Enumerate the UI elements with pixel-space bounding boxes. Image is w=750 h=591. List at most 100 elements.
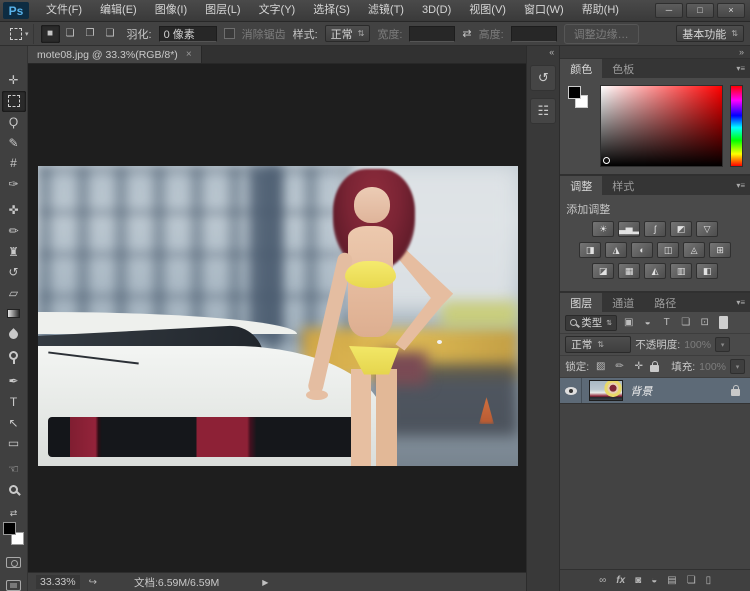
saturation-brightness-field[interactable]	[600, 85, 723, 167]
background-layer-row[interactable]: 背景	[560, 378, 750, 404]
menu-type[interactable]: 文字(Y)	[250, 0, 305, 21]
minimize-button[interactable]: ─	[655, 3, 683, 18]
lock-image-button[interactable]: ✏	[612, 361, 627, 372]
dodge-tool[interactable]	[2, 345, 26, 366]
hue-slider[interactable]	[730, 85, 743, 167]
subtract-from-selection-button[interactable]: ❐	[81, 25, 100, 43]
feather-input[interactable]	[159, 26, 217, 42]
filter-type-layers-button[interactable]: T	[659, 317, 674, 328]
black-white-button[interactable]: ◐	[631, 242, 653, 258]
levels-button[interactable]: ▃▅▂	[618, 221, 640, 237]
width-input[interactable]	[409, 26, 455, 42]
quick-mask-button[interactable]	[6, 557, 21, 568]
clone-stamp-tool[interactable]: ♜	[2, 241, 26, 262]
exposure-button[interactable]: ◩	[670, 221, 692, 237]
close-button[interactable]: ×	[717, 3, 745, 18]
layer-name[interactable]: 背景	[630, 383, 652, 399]
delete-layer-button[interactable]: ▯	[706, 575, 712, 586]
intersect-selection-button[interactable]: ❑	[101, 25, 120, 43]
opacity-dropdown-icon[interactable]: ▾	[715, 337, 730, 352]
menu-file[interactable]: 文件(F)	[37, 0, 91, 21]
menu-window[interactable]: 窗口(W)	[515, 0, 573, 21]
menu-3d[interactable]: 3D(D)	[413, 0, 460, 21]
menu-image[interactable]: 图像(I)	[146, 0, 196, 21]
gradient-map-button[interactable]: ▥	[670, 263, 692, 279]
hand-tool[interactable]: ☜	[2, 459, 26, 480]
screen-mode-button[interactable]	[6, 580, 21, 591]
blend-mode-select[interactable]: 正常 ⇅	[565, 336, 631, 353]
add-layer-mask-button[interactable]: ◙	[635, 575, 641, 586]
filter-pixel-layers-button[interactable]: ▣	[621, 317, 636, 328]
menu-help[interactable]: 帮助(H)	[573, 0, 628, 21]
tab-color[interactable]: 颜色	[560, 59, 602, 78]
menu-edit[interactable]: 编辑(E)	[91, 0, 146, 21]
lock-transparency-button[interactable]: ▨	[593, 361, 608, 372]
tab-paths[interactable]: 路径	[644, 293, 686, 312]
move-tool[interactable]: ✛	[2, 70, 26, 91]
selective-color-button[interactable]: ◧	[696, 263, 718, 279]
tab-adjustments[interactable]: 调整	[560, 176, 602, 195]
rectangular-marquee-tool[interactable]	[2, 91, 26, 112]
tab-channels[interactable]: 通道	[602, 293, 644, 312]
collapse-panels-icon[interactable]: »	[560, 46, 750, 59]
history-brush-tool[interactable]: ↺	[2, 262, 26, 283]
lock-all-button[interactable]	[650, 365, 659, 372]
curves-button[interactable]: ʃ	[644, 221, 666, 237]
link-layers-button[interactable]: ∞	[599, 575, 606, 586]
panel-menu-icon[interactable]: ▾≡	[736, 59, 750, 78]
panel-menu-icon[interactable]: ▾≡	[736, 176, 750, 195]
filter-adjustment-layers-button[interactable]: ◒	[640, 317, 655, 328]
eyedropper-tool[interactable]: ✑	[2, 174, 26, 195]
invert-button[interactable]: ◪	[592, 263, 614, 279]
panel-menu-icon[interactable]: ▾≡	[736, 293, 750, 312]
zoom-tool[interactable]	[2, 480, 26, 501]
filter-shape-layers-button[interactable]: ❏	[678, 317, 693, 328]
photo-document[interactable]	[38, 166, 518, 466]
menu-select[interactable]: 选择(S)	[304, 0, 359, 21]
brightness-contrast-button[interactable]: ☀	[592, 221, 614, 237]
menu-layer[interactable]: 图层(L)	[196, 0, 249, 21]
history-panel-button[interactable]: ↺	[530, 65, 556, 91]
type-tool[interactable]: T	[2, 391, 26, 412]
filter-smart-objects-button[interactable]: ⊡	[697, 317, 712, 328]
maximize-button[interactable]: □	[686, 3, 714, 18]
hue-saturation-button[interactable]: ◨	[579, 242, 601, 258]
color-balance-button[interactable]: ◮	[605, 242, 627, 258]
refine-edge-button[interactable]: 调整边缘…	[564, 24, 639, 44]
canvas[interactable]	[28, 64, 526, 572]
threshold-button[interactable]: ◭	[644, 263, 666, 279]
close-icon[interactable]: ×	[186, 49, 192, 60]
zoom-level-field[interactable]: 33.33%	[36, 575, 80, 589]
color-picker-cursor[interactable]	[603, 157, 610, 164]
posterize-button[interactable]: ▦	[618, 263, 640, 279]
layer-thumbnail[interactable]	[589, 380, 623, 401]
tab-swatches[interactable]: 色板	[602, 59, 644, 78]
pen-tool[interactable]: ✒	[2, 371, 26, 392]
new-group-button[interactable]: ▤	[667, 575, 676, 586]
document-tab[interactable]: mote08.jpg @ 33.3%(RGB/8*) ×	[28, 46, 202, 63]
lock-position-button[interactable]: ✛	[631, 361, 646, 372]
tab-styles[interactable]: 样式	[602, 176, 644, 195]
new-adjustment-layer-button[interactable]: ◒	[651, 575, 657, 586]
expand-panels-icon[interactable]: «	[544, 46, 559, 58]
properties-panel-button[interactable]: ☷	[530, 98, 556, 124]
visibility-cell[interactable]	[560, 378, 582, 403]
tool-preset-picker[interactable]: ▾	[6, 24, 34, 44]
eraser-tool[interactable]: ▱	[2, 283, 26, 304]
layer-effects-button[interactable]: fx	[616, 575, 625, 586]
menu-view[interactable]: 视图(V)	[460, 0, 515, 21]
swap-colors-icon[interactable]: ⇄	[10, 508, 18, 519]
path-selection-tool[interactable]: ↖	[2, 412, 26, 433]
quick-selection-tool[interactable]: ✎	[2, 132, 26, 153]
lasso-tool[interactable]: Ϙ	[2, 112, 26, 133]
swap-dimensions-icon[interactable]: ⇄	[462, 27, 471, 40]
antialias-checkbox[interactable]	[224, 28, 235, 39]
foreground-background-swatches[interactable]	[3, 522, 25, 545]
photo-filter-button[interactable]: ◫	[657, 242, 679, 258]
filter-type-select[interactable]: 类型 ⇅	[565, 315, 617, 331]
gradient-tool[interactable]	[2, 303, 26, 324]
foreground-color-swatch[interactable]	[568, 86, 581, 99]
brush-tool[interactable]: ✏	[2, 220, 26, 241]
vibrance-button[interactable]: ▽	[696, 221, 718, 237]
height-input[interactable]	[511, 26, 557, 42]
